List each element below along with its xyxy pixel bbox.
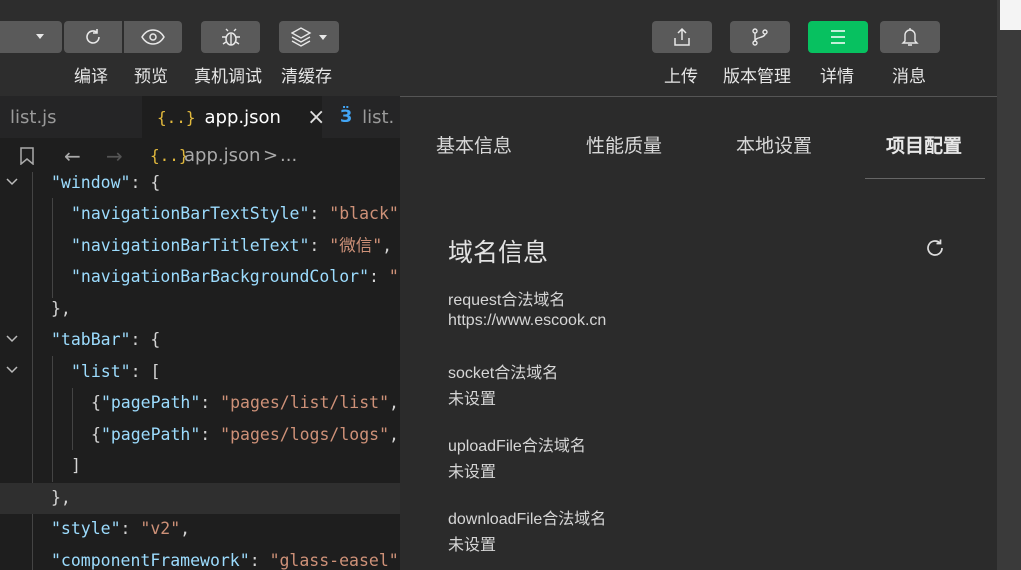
tab-local-settings[interactable]: 本地设置	[736, 131, 812, 158]
forward-arrow-icon[interactable]: →	[106, 144, 123, 168]
tab-underline	[865, 178, 985, 179]
branch-icon	[752, 28, 768, 46]
domain-value: 未设置	[448, 537, 497, 554]
tab-app-json[interactable]: {..} app.json ×	[142, 96, 325, 138]
tab-project-config[interactable]: 项目配置	[886, 131, 962, 158]
upload-label: 上传	[664, 67, 698, 87]
code-line: "componentFramework": "glass-easel"	[51, 551, 399, 570]
version-control-label: 版本管理	[723, 67, 791, 87]
bookmark-icon[interactable]	[20, 147, 34, 166]
clear-cache-button[interactable]	[279, 21, 339, 53]
breadcrumb-file[interactable]: app.json	[184, 145, 260, 166]
real-device-debug-label: 真机调试	[194, 67, 262, 87]
json-braces-icon: {..}	[157, 107, 196, 127]
messages-button[interactable]	[880, 21, 940, 53]
upload-button[interactable]	[652, 21, 712, 53]
eye-icon	[141, 29, 165, 45]
tab-list-js[interactable]: list.js	[0, 96, 142, 138]
domain-value: 未设置	[448, 391, 497, 408]
tab-label: app.json	[204, 106, 281, 128]
code-editor[interactable]: "window": { "navigationBarTextStyle": "b…	[0, 172, 400, 570]
code-line: "window": {	[51, 173, 161, 192]
domain-value: 未设置	[448, 464, 497, 481]
code-line: "navigationBarTitleText": "微信",	[71, 236, 393, 255]
code-line: {"pagePath": "pages/list/list",	[91, 393, 399, 412]
domain-label: downloadFile合法域名	[448, 511, 607, 528]
code-line: },	[51, 488, 71, 507]
code-line: {"pagePath": "pages/logs/logs",	[91, 425, 399, 444]
layers-icon	[291, 27, 312, 47]
compile-label: 编译	[74, 67, 108, 87]
code-line: "navigationBarBackgroundColor": "	[71, 267, 399, 286]
details-button[interactable]	[808, 21, 868, 53]
caret-down-icon	[319, 34, 327, 40]
messages-label: 消息	[892, 67, 926, 87]
version-control-button[interactable]	[730, 21, 790, 53]
breadcrumb-more[interactable]: ...	[280, 145, 297, 166]
code-line: "tabBar": {	[51, 330, 161, 349]
code-line: ]	[71, 456, 81, 475]
code-line: "navigationBarTextStyle": "black"	[71, 204, 399, 223]
tab-basic-info[interactable]: 基本信息	[436, 131, 512, 158]
scrollbar-strip	[997, 0, 1021, 570]
json-braces-icon: {..}	[150, 146, 189, 165]
bell-icon	[901, 28, 919, 46]
tab-label: list.js	[10, 106, 57, 128]
section-title: 域名信息	[448, 238, 549, 267]
details-panel: 基本信息 性能质量 本地设置 项目配置 域名信息 request合法域名 htt…	[400, 96, 997, 570]
domain-label: uploadFile合法域名	[448, 438, 586, 455]
editor-tabs: list.js {..} app.json × Ӟ list.	[0, 96, 400, 138]
preview-label: 预览	[134, 67, 168, 87]
toolbar: 编译 预览 真机调试 清缓存 上传 版本管理 详情 消息	[0, 0, 997, 96]
refresh-icon	[86, 29, 100, 44]
breadcrumb: ← → {..} app.json > ...	[0, 138, 400, 174]
tab-list-css[interactable]: Ӟ list.	[322, 96, 400, 138]
domain-value: https://www.escook.cn	[448, 312, 607, 329]
clear-cache-label: 清缓存	[281, 67, 332, 87]
compile-button[interactable]	[64, 21, 122, 53]
code-line: "list": [	[71, 362, 161, 381]
code-line: },	[51, 299, 71, 318]
bug-icon	[221, 28, 240, 46]
mode-dropdown[interactable]	[0, 21, 62, 53]
menu-icon	[831, 30, 845, 44]
real-device-debug-button[interactable]	[201, 21, 260, 53]
preview-button[interactable]	[124, 21, 182, 53]
css-icon: Ӟ	[340, 107, 353, 127]
domain-label: request合法域名	[448, 292, 566, 309]
details-label: 详情	[820, 67, 854, 87]
breadcrumb-separator: >	[263, 145, 279, 166]
code-line: "style": "v2",	[51, 519, 191, 538]
caret-down-icon	[36, 34, 44, 39]
tab-performance[interactable]: 性能质量	[586, 131, 662, 158]
back-arrow-icon[interactable]: ←	[64, 144, 81, 168]
refresh-icon[interactable]	[924, 237, 946, 263]
domain-label: socket合法域名	[448, 365, 559, 382]
upload-icon	[674, 27, 690, 46]
tab-label: list.	[362, 106, 395, 128]
